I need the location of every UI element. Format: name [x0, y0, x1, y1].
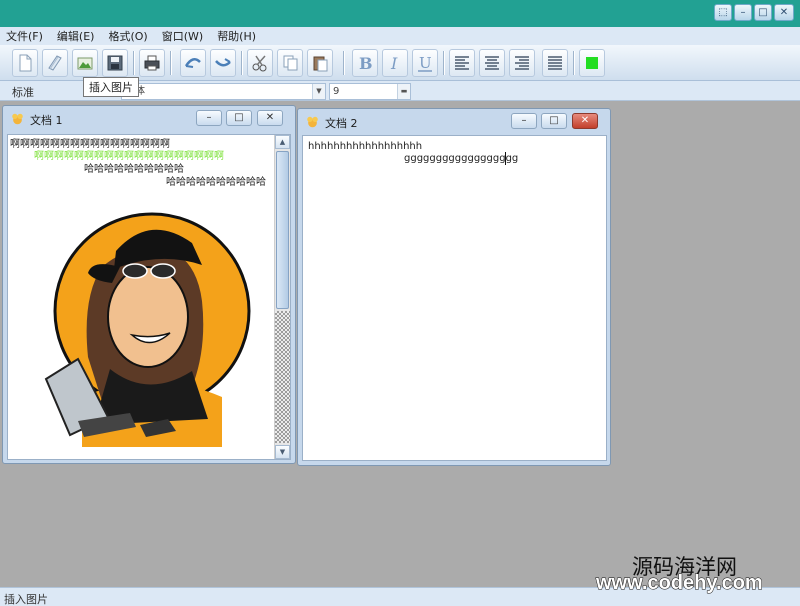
paste-icon — [313, 56, 328, 72]
menu-help[interactable]: 帮助(H) — [217, 28, 256, 44]
scroll-up-icon[interactable]: ▲ — [275, 135, 290, 149]
print-button[interactable] — [139, 49, 165, 77]
document-icon — [12, 113, 23, 125]
italic-icon: I — [390, 54, 398, 73]
insert-image-icon — [77, 57, 93, 70]
print-icon — [144, 55, 160, 71]
italic-button[interactable]: I — [382, 49, 408, 77]
align-center-button[interactable] — [479, 49, 505, 77]
redo-icon — [215, 58, 231, 67]
cartoon-avatar-image[interactable] — [32, 189, 262, 447]
minimize-icon[interactable]: – — [734, 4, 752, 21]
window-title: 文档 1 — [30, 114, 63, 127]
document-window-1[interactable]: 文档 1 – □ ✕ 啊啊啊啊啊啊啊啊啊啊啊啊啊啊啊啊 啊啊啊啊啊啊啊啊啊啊啊啊… — [2, 105, 296, 464]
app-title-bar: ⬚ – □ ✕ — [0, 0, 800, 27]
toolbar-separator — [443, 51, 445, 75]
svg-text:B: B — [359, 54, 373, 73]
align-right-icon — [515, 56, 529, 70]
paste-button[interactable] — [307, 49, 333, 77]
font-size-value: 9 — [333, 86, 340, 97]
copy-button[interactable] — [277, 49, 303, 77]
svg-text:I: I — [390, 54, 398, 73]
align-center-icon — [485, 56, 499, 70]
menu-edit[interactable]: 编辑(E) — [57, 28, 95, 44]
minimize-icon[interactable]: – — [196, 110, 222, 126]
save-icon — [107, 55, 123, 71]
new-document-button[interactable] — [12, 49, 38, 77]
window-title-bar[interactable]: 文档 1 – □ ✕ — [3, 106, 295, 132]
text-cursor — [505, 152, 506, 165]
status-text: 插入图片 — [4, 593, 48, 606]
menu-window[interactable]: 窗口(W) — [162, 28, 203, 44]
chevron-down-icon[interactable]: ▬ — [397, 84, 410, 99]
window-title-bar[interactable]: 文档 2 – □ ✕ — [298, 109, 610, 135]
new-document-icon — [19, 54, 32, 72]
document-icon — [307, 116, 318, 128]
close-icon[interactable]: ✕ — [257, 110, 283, 126]
svg-text:U: U — [419, 54, 432, 72]
undo-icon — [184, 58, 201, 68]
maximize-icon[interactable]: □ — [754, 4, 772, 21]
text-line: 哈哈哈哈哈哈哈哈哈哈 — [84, 164, 184, 175]
maximize-icon[interactable]: □ — [541, 113, 567, 129]
text-line: 哈哈哈哈哈哈哈哈哈哈 — [166, 177, 266, 188]
save-button[interactable] — [102, 49, 128, 77]
redo-button[interactable] — [210, 49, 236, 77]
cut-button[interactable] — [247, 49, 273, 77]
menu-format[interactable]: 格式(O) — [108, 28, 147, 44]
cut-icon — [252, 55, 267, 72]
undo-button[interactable] — [180, 49, 206, 77]
underline-button[interactable]: U — [412, 49, 438, 77]
document-content[interactable]: 啊啊啊啊啊啊啊啊啊啊啊啊啊啊啊啊 啊啊啊啊啊啊啊啊啊啊啊啊啊啊啊啊啊啊啊 哈哈哈… — [7, 134, 291, 460]
toolbar: B I U — [0, 45, 800, 81]
style-label: 标准 — [12, 86, 34, 99]
chevron-down-icon[interactable]: ▼ — [312, 84, 325, 99]
scroll-thumb[interactable] — [276, 151, 289, 309]
open-document-button[interactable] — [42, 49, 68, 77]
system-buttons: ⬚ – □ ✕ — [714, 4, 794, 21]
menu-file[interactable]: 文件(F) — [6, 28, 43, 44]
toolbar-separator — [133, 51, 135, 75]
toolbar-separator — [573, 51, 575, 75]
align-right-button[interactable] — [509, 49, 535, 77]
document-window-2[interactable]: 文档 2 – □ ✕ hhhhhhhhhhhhhhhhhh gggggggggg… — [297, 108, 611, 466]
align-left-button[interactable] — [449, 49, 475, 77]
window-title: 文档 2 — [325, 117, 358, 130]
toolbar-separator — [343, 51, 345, 75]
mdi-workspace: 文档 1 – □ ✕ 啊啊啊啊啊啊啊啊啊啊啊啊啊啊啊啊 啊啊啊啊啊啊啊啊啊啊啊啊… — [0, 101, 800, 587]
align-left-icon — [455, 56, 469, 70]
restore-icon[interactable]: ⬚ — [714, 4, 732, 21]
underline-icon: U — [418, 54, 432, 72]
close-icon[interactable]: ✕ — [774, 4, 794, 21]
minimize-icon[interactable]: – — [511, 113, 537, 129]
justify-icon — [548, 56, 562, 70]
menu-bar: 文件(F) 编辑(E) 格式(O) 窗口(W) 帮助(H) — [0, 27, 800, 45]
bold-icon: B — [359, 54, 373, 73]
text-color-button[interactable] — [579, 49, 605, 77]
scroll-track[interactable] — [275, 311, 290, 443]
text-color-icon — [586, 57, 598, 69]
toolbar-separator — [170, 51, 172, 75]
maximize-icon[interactable]: □ — [226, 110, 252, 126]
open-document-icon — [48, 55, 62, 71]
insert-image-button[interactable] — [72, 49, 98, 77]
watermark-url: www.codehy.com — [596, 572, 764, 595]
text-line: 啊啊啊啊啊啊啊啊啊啊啊啊啊啊啊啊 — [10, 139, 170, 150]
toolbar-separator — [241, 51, 243, 75]
scroll-down-icon[interactable]: ▼ — [275, 445, 290, 459]
toolbar-tooltip: 插入图片 — [83, 77, 139, 97]
vertical-scrollbar[interactable]: ▲ ▼ — [274, 135, 290, 459]
document-content[interactable]: hhhhhhhhhhhhhhhhhh gggggggggggggggggg — [302, 135, 607, 461]
bold-button[interactable]: B — [352, 49, 378, 77]
text-line: hhhhhhhhhhhhhhhhhh — [308, 141, 423, 152]
copy-icon — [283, 55, 298, 71]
close-icon[interactable]: ✕ — [572, 113, 598, 129]
justify-button[interactable] — [542, 49, 568, 77]
font-name-select[interactable]: 宋体 ▼ — [121, 83, 326, 100]
font-size-select[interactable]: 9 ▬ — [329, 83, 411, 100]
text-line: gggggggggggggggggg — [404, 153, 519, 164]
text-line: 啊啊啊啊啊啊啊啊啊啊啊啊啊啊啊啊啊啊啊 — [34, 151, 224, 162]
